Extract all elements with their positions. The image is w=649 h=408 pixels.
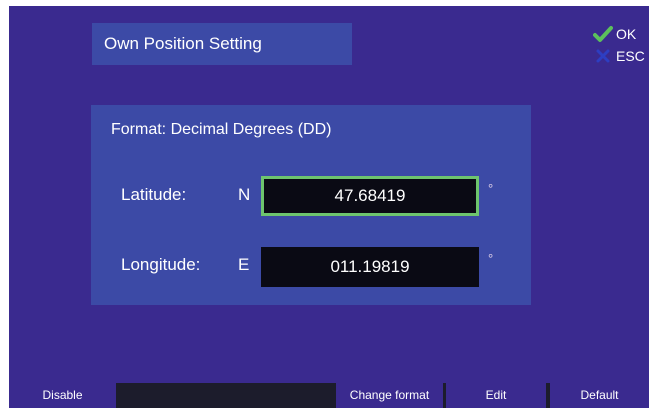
esc-label: ESC bbox=[616, 48, 645, 64]
softkey-bar: Disable Change format Edit Default bbox=[9, 383, 649, 408]
ok-button[interactable]: OK bbox=[593, 24, 636, 44]
display-area: Own Position Setting OK ESC Format: Deci… bbox=[9, 6, 649, 383]
default-button[interactable]: Default bbox=[550, 383, 649, 408]
longitude-hemisphere: E bbox=[238, 255, 250, 274]
longitude-input[interactable]: 011.19819 bbox=[261, 247, 479, 287]
latitude-degree-unit: ° bbox=[488, 181, 494, 196]
checkmark-icon bbox=[593, 24, 613, 44]
device-screen: Own Position Setting OK ESC Format: Deci… bbox=[0, 0, 649, 408]
longitude-degree-unit: ° bbox=[488, 251, 494, 266]
disable-button[interactable]: Disable bbox=[9, 383, 116, 408]
edit-button[interactable]: Edit bbox=[446, 383, 546, 408]
latitude-label: Latitude: bbox=[121, 185, 187, 204]
change-format-button[interactable]: Change format bbox=[336, 383, 443, 408]
close-icon bbox=[593, 46, 613, 66]
latitude-input[interactable]: 47.68419 bbox=[261, 176, 479, 216]
page-title: Own Position Setting bbox=[92, 23, 352, 65]
ok-label: OK bbox=[616, 26, 637, 42]
format-label: Format: Decimal Degrees (DD) bbox=[111, 121, 332, 138]
esc-button[interactable]: ESC bbox=[593, 46, 645, 66]
position-panel: Format: Decimal Degrees (DD) Latitude: N… bbox=[91, 105, 531, 305]
latitude-hemisphere: N bbox=[238, 185, 251, 204]
longitude-label: Longitude: bbox=[121, 255, 201, 274]
ok-esc-group: OK ESC bbox=[593, 22, 649, 70]
